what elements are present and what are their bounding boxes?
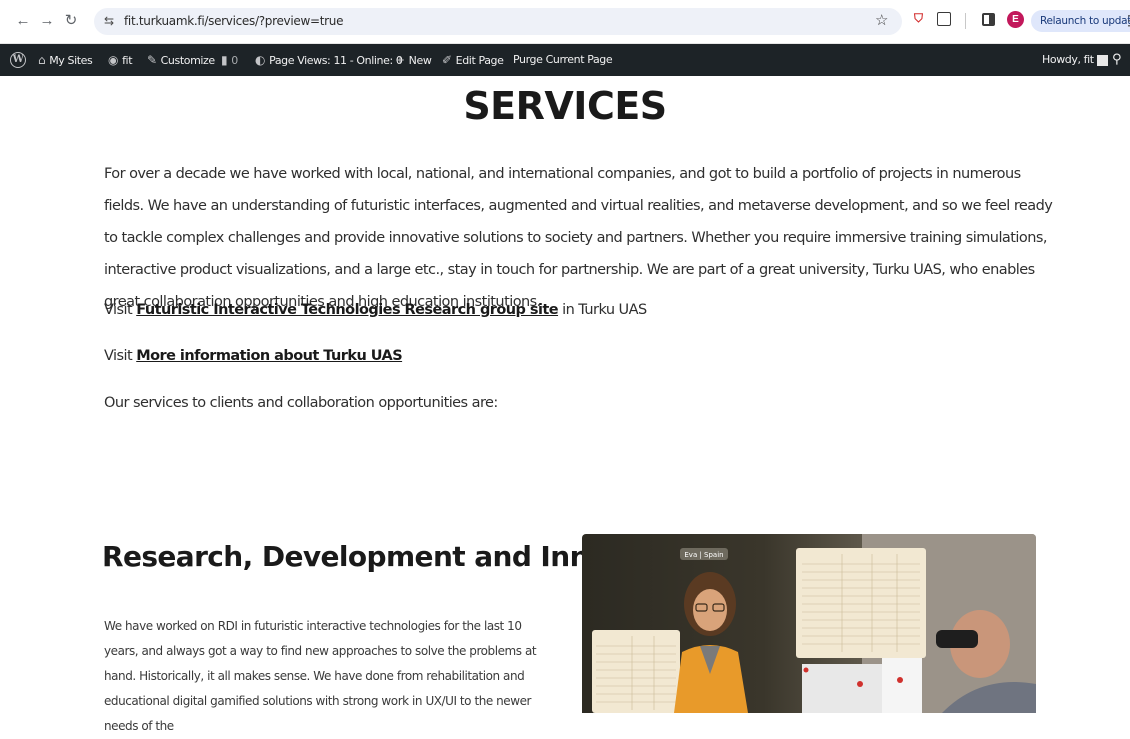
adminbar-edit-page[interactable]: ✐ Edit Page xyxy=(442,44,504,76)
profile-avatar[interactable]: E xyxy=(1007,11,1024,28)
research-group-link[interactable]: Futuristic Interactive Technologies Rese… xyxy=(136,302,558,318)
plus-icon: + xyxy=(395,53,405,67)
data-panel-large xyxy=(796,548,926,658)
forward-arrow-icon[interactable]: → xyxy=(38,12,56,30)
menu-kebab-icon[interactable]: ⋮ xyxy=(1122,11,1130,29)
rdi-illustration: Eva | Spain xyxy=(592,534,1036,713)
page-views-label: Page Views: 11 - Online: 0 xyxy=(269,54,403,67)
adminbar-my-sites[interactable]: ⌂ My Sites xyxy=(38,44,93,76)
services-lead: Our services to clients and collaboratio… xyxy=(104,395,498,411)
vr-headset xyxy=(936,630,978,648)
user-avatar xyxy=(1096,54,1108,66)
customize-label: Customize xyxy=(160,54,216,67)
pencil-icon: ✐ xyxy=(442,53,452,67)
visit-research-line: Visit Futuristic Interactive Technologie… xyxy=(104,302,647,318)
machine-unit xyxy=(882,658,922,713)
relaunch-button[interactable]: Relaunch to update xyxy=(1031,10,1130,32)
site-name-label: fit xyxy=(122,54,133,67)
toolbar-divider xyxy=(965,13,966,29)
machine-indicator xyxy=(803,667,809,673)
machine-indicator xyxy=(897,677,903,683)
rdi-hero-image: Eva | Spain xyxy=(582,534,1036,713)
visit-prefix: Visit xyxy=(104,302,133,318)
adminbar-comments[interactable]: ▮ 0 xyxy=(221,44,238,76)
brush-icon: ✎ xyxy=(147,53,157,67)
site-settings-icon[interactable]: ⇆ xyxy=(104,14,114,28)
data-panel-small xyxy=(592,630,680,713)
new-label: New xyxy=(408,54,432,67)
ublock-extension-icon[interactable]: ⛉ xyxy=(914,11,923,26)
intro-paragraph: For over a decade we have worked with lo… xyxy=(104,166,1053,310)
visit-prefix: Visit xyxy=(104,348,133,364)
my-sites-icon: ⌂ xyxy=(38,53,46,67)
turku-uas-link[interactable]: More information about Turku UAS xyxy=(136,348,402,364)
adminbar-site[interactable]: ◉ fit xyxy=(108,44,133,76)
dashboard-icon: ◉ xyxy=(108,53,119,67)
adminbar-page-views[interactable]: ◐ Page Views: 11 - Online: 0 xyxy=(255,44,403,76)
browser-toolbar: ← → ↻ ⇆ fit.turkuamk.fi/services/?previe… xyxy=(0,0,1130,44)
adminbar-howdy[interactable]: Howdy, fit xyxy=(1042,44,1108,76)
comment-icon: ▮ xyxy=(221,53,228,67)
bookmark-star-icon[interactable]: ☆ xyxy=(875,11,888,29)
section-body: We have worked on RDI in futuristic inte… xyxy=(104,619,537,733)
my-sites-label: My Sites xyxy=(49,54,93,67)
machine-indicator xyxy=(857,681,863,687)
address-bar[interactable]: ⇆ fit.turkuamk.fi/services/?preview=true xyxy=(94,8,902,35)
avatar-name-text: Eva | Spain xyxy=(684,551,723,559)
visit-suffix: in Turku UAS xyxy=(562,302,647,318)
edit-page-label: Edit Page xyxy=(455,54,504,67)
adminbar-new[interactable]: + New xyxy=(395,44,432,76)
adminbar-purge[interactable]: Purge Current Page xyxy=(513,44,613,76)
wp-admin-bar: W ⌂ My Sites ◉ fit ✎ Customize ▮ 0 ◐ Page Vie… xyxy=(0,44,1130,76)
back-arrow-icon[interactable]: ← xyxy=(14,12,32,30)
search-icon[interactable]: ⚲ xyxy=(1112,44,1122,76)
stats-globe-icon: ◐ xyxy=(255,53,266,67)
url-text[interactable]: fit.turkuamk.fi/services/?preview=true xyxy=(124,14,343,28)
comments-count: 0 xyxy=(231,54,238,67)
visit-turku-line: Visit More information about Turku UAS xyxy=(104,348,403,364)
howdy-label: Howdy, fit xyxy=(1042,53,1094,66)
wordpress-logo-icon[interactable]: W xyxy=(10,52,26,68)
side-panel-icon[interactable] xyxy=(982,13,995,26)
reload-icon[interactable]: ↻ xyxy=(62,12,80,30)
page-title: SERVICES xyxy=(463,84,667,128)
avatar-face xyxy=(693,589,727,631)
adminbar-customize[interactable]: ✎ Customize xyxy=(147,44,215,76)
extensions-puzzle-icon[interactable] xyxy=(937,12,951,26)
